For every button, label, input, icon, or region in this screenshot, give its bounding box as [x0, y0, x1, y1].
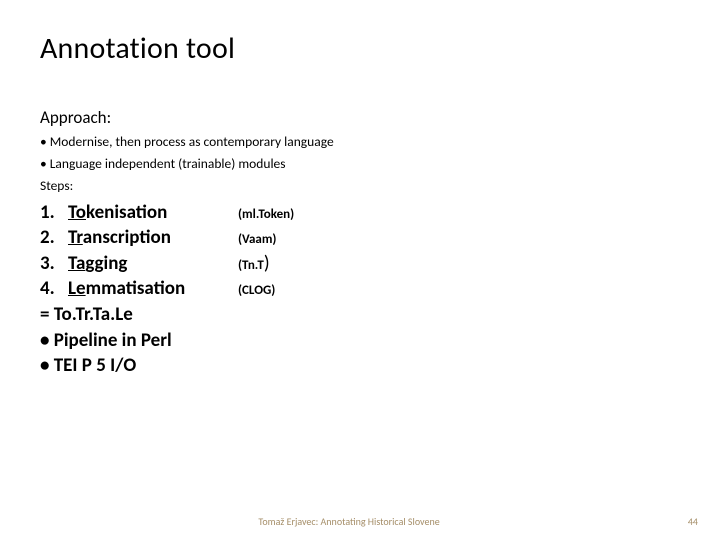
approach-bullet: •Modernise, then process as contemporary… [40, 132, 680, 152]
page-number: 44 [688, 515, 698, 528]
step-tool: (ml.Token) [238, 206, 294, 224]
step-term-underline: Le [68, 277, 86, 300]
step-term: Transcription [68, 225, 238, 251]
step-row: 3. Tagging (Tn.T) [40, 251, 680, 277]
approach-bullet: •Language independent (trainable) module… [40, 154, 680, 174]
step-number: 1. [40, 200, 68, 226]
tail-bullet: • Pipeline in Perl [40, 328, 680, 354]
step-term-rest: gging [85, 252, 127, 275]
step-term: Lemmatisation [68, 276, 238, 302]
footer-text: Tomaž Erjavec: Annotating Historical Slo… [0, 515, 720, 528]
bullet-dot-icon: • [40, 155, 47, 172]
step-tool: (Vaam) [238, 231, 276, 249]
bullet-dot-icon: • [40, 133, 47, 150]
step-term: Tagging [68, 251, 238, 277]
step-term-rest: mmatisation [86, 277, 186, 300]
step-number: 3. [40, 251, 68, 277]
step-row: 4. Lemmatisation (CLOG) [40, 276, 680, 302]
step-row: 1. Tokenisation (ml.Token) [40, 200, 680, 226]
approach-heading: Approach: [40, 107, 680, 128]
bullet-text: Modernise, then process as contemporary … [50, 133, 334, 150]
steps-heading: Steps: [40, 177, 680, 194]
step-tool: (Tn.T) [238, 251, 270, 277]
tail-bullet: • TEI P 5 I/O [40, 353, 680, 379]
slide: Annotation tool Approach: •Modernise, th… [0, 0, 720, 540]
step-term-underline: Ta [68, 252, 85, 275]
step-term-rest: kenisation [86, 201, 167, 224]
bullet-text: Language independent (trainable) modules [50, 155, 286, 172]
step-row: 2. Transcription (Vaam) [40, 225, 680, 251]
step-number: 4. [40, 276, 68, 302]
steps-list: 1. Tokenisation (ml.Token) 2. Transcript… [40, 200, 680, 379]
acronym-line: = To.Tr.Ta.Le [40, 302, 680, 328]
step-term: Tokenisation [68, 200, 238, 226]
slide-title: Annotation tool [40, 30, 680, 67]
step-term-underline: Tr [68, 226, 83, 249]
step-term-underline: To [68, 201, 86, 224]
step-tool: (CLOG) [238, 282, 275, 300]
step-number: 2. [40, 225, 68, 251]
step-term-rest: anscription [83, 226, 171, 249]
